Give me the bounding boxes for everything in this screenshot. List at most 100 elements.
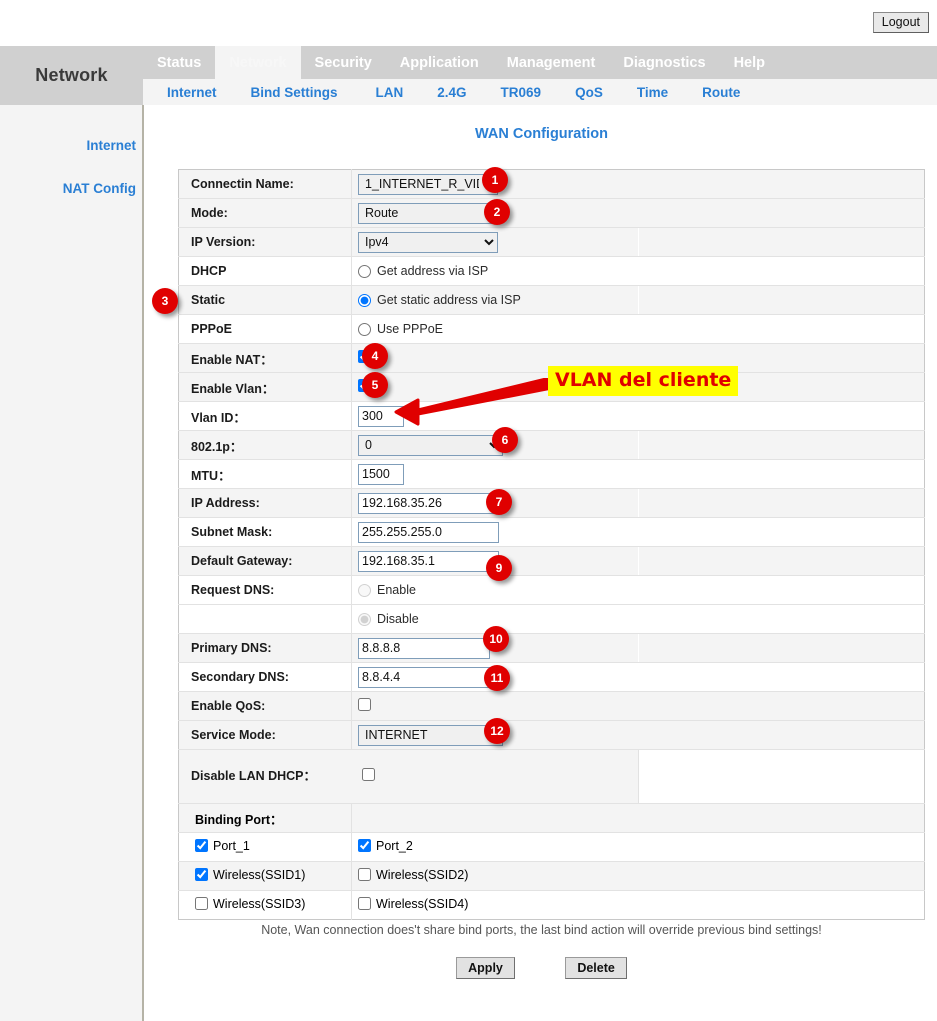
cell-enable-qos	[352, 692, 925, 721]
subtab-tr069[interactable]: TR069	[493, 85, 550, 100]
tab-application[interactable]: Application	[386, 46, 493, 79]
cell-mtu	[352, 460, 639, 489]
form-button-row: Apply Delete	[146, 957, 937, 979]
pppoe-radio[interactable]	[358, 323, 371, 336]
subtab-bind-settings[interactable]: Bind Settings	[243, 85, 346, 100]
ssid2-checkbox[interactable]	[358, 868, 371, 881]
ssid4-checkbox[interactable]	[358, 897, 371, 910]
label-enable-vlan: Enable Vlan：	[179, 373, 352, 402]
page-title: WAN Configuration	[146, 126, 937, 142]
cell-spacer-8021p	[638, 431, 925, 460]
cell-spacer-secondary-dns	[638, 663, 925, 692]
tab-management[interactable]: Management	[493, 46, 610, 79]
secondary-dns-input[interactable]	[358, 667, 490, 688]
ssid1-label: Wireless(SSID1)	[213, 868, 305, 882]
label-vlan-id: Vlan ID：	[179, 402, 352, 431]
ssid4-label: Wireless(SSID4)	[376, 897, 468, 911]
request-dns-disable-radio[interactable]	[358, 613, 371, 626]
ssid3-checkbox[interactable]	[195, 897, 208, 910]
subtab-time[interactable]: Time	[629, 85, 676, 100]
label-mode: Mode:	[179, 199, 352, 228]
primary-tabs: Status Network Security Application Mana…	[143, 46, 779, 79]
tab-network[interactable]: Network	[215, 46, 300, 79]
wan-configuration-table: Connectin Name: 1_INTERNET_R_VID_300 Mod…	[178, 169, 925, 920]
tab-help[interactable]: Help	[720, 46, 779, 79]
mtu-input[interactable]	[358, 464, 404, 485]
binding-port-cell-port2: Port_2	[352, 833, 925, 862]
port-1-checkbox[interactable]	[195, 839, 208, 852]
service-mode-select[interactable]: INTERNET	[358, 725, 503, 746]
label-static: Static	[179, 286, 352, 315]
cell-spacer-pppoe	[638, 315, 925, 344]
sidebar-item-nat-config[interactable]: NAT Config	[63, 181, 136, 196]
cell-dhcp: Get address via ISP	[352, 257, 639, 286]
disable-lan-dhcp-checkbox[interactable]	[362, 768, 375, 781]
sidebar-item-internet[interactable]: Internet	[86, 138, 136, 153]
cell-vlan-id	[352, 402, 925, 431]
ip-version-select[interactable]: Ipv4	[358, 232, 498, 253]
step-badge-1: 1	[482, 167, 508, 193]
label-disable-lan-dhcp: Disable LAN DHCP：	[179, 750, 352, 804]
row-primary-dns: Primary DNS:	[179, 634, 925, 663]
tab-diagnostics[interactable]: Diagnostics	[609, 46, 719, 79]
mode-select[interactable]: Route	[358, 203, 498, 224]
static-radio-group[interactable]: Get static address via ISP	[358, 293, 638, 307]
label-enable-nat: Enable NAT：	[179, 344, 352, 373]
static-radio-label: Get static address via ISP	[377, 293, 521, 307]
cell-mode: Route	[352, 199, 925, 228]
label-dhcp: DHCP	[179, 257, 352, 286]
subtab-qos[interactable]: QoS	[567, 85, 611, 100]
dhcp-radio-group[interactable]: Get address via ISP	[358, 264, 638, 278]
subtab-route[interactable]: Route	[694, 85, 748, 100]
request-dns-disable-label: Disable	[377, 612, 419, 626]
content-area: WAN Configuration Connectin Name: 1_INTE…	[146, 105, 937, 1021]
label-mtu: MTU：	[179, 460, 352, 489]
ip-address-input[interactable]	[358, 493, 499, 514]
8021p-select[interactable]: 0	[358, 435, 503, 456]
vlan-id-input[interactable]	[358, 406, 404, 427]
pppoe-radio-group[interactable]: Use PPPoE	[358, 322, 638, 336]
dhcp-radio[interactable]	[358, 265, 371, 278]
request-dns-enable-radio[interactable]	[358, 584, 371, 597]
step-badge-11: 11	[484, 665, 510, 691]
request-dns-enable-group[interactable]: Enable	[358, 583, 638, 597]
enable-qos-checkbox[interactable]	[358, 698, 371, 711]
step-badge-3: 3	[152, 288, 178, 314]
row-8021p: 802.1p： 0	[179, 431, 925, 460]
subtab-24g[interactable]: 2.4G	[429, 85, 474, 100]
subnet-mask-input[interactable]	[358, 522, 499, 543]
connection-name-select[interactable]: 1_INTERNET_R_VID_300	[358, 174, 498, 195]
ssid1-checkbox[interactable]	[195, 868, 208, 881]
row-static: Static Get static address via ISP	[179, 286, 925, 315]
label-enable-qos: Enable QoS:	[179, 692, 352, 721]
label-8021p: 802.1p：	[179, 431, 352, 460]
brand-label: Network	[0, 46, 143, 105]
static-radio[interactable]	[358, 294, 371, 307]
cell-binding-port-header-spacer	[352, 804, 925, 833]
row-mtu: MTU：	[179, 460, 925, 489]
cell-spacer-subnet-mask	[638, 518, 925, 547]
tab-status[interactable]: Status	[143, 46, 215, 79]
apply-button[interactable]: Apply	[456, 957, 515, 979]
delete-button[interactable]: Delete	[565, 957, 627, 979]
label-connection-name: Connectin Name:	[179, 170, 352, 199]
row-disable-lan-dhcp: Disable LAN DHCP：	[179, 750, 925, 804]
cell-spacer-ip-address	[638, 489, 925, 518]
row-request-dns-disable: Disable	[179, 605, 925, 634]
cell-spacer-ip-version	[638, 228, 925, 257]
request-dns-disable-group[interactable]: Disable	[358, 612, 638, 626]
binding-port-cell-port1: Port_1	[179, 833, 352, 862]
label-default-gateway: Default Gateway:	[179, 547, 352, 576]
port-2-checkbox[interactable]	[358, 839, 371, 852]
label-ip-address: IP Address:	[179, 489, 352, 518]
row-subnet-mask: Subnet Mask:	[179, 518, 925, 547]
default-gateway-input[interactable]	[358, 551, 499, 572]
subtab-internet[interactable]: Internet	[159, 85, 225, 100]
main-navigation: Network Status Network Security Applicat…	[0, 46, 937, 105]
cell-spacer-primary-dns	[638, 634, 925, 663]
row-secondary-dns: Secondary DNS:	[179, 663, 925, 692]
logout-button[interactable]: Logout	[873, 12, 929, 33]
subtab-lan[interactable]: LAN	[368, 85, 412, 100]
primary-dns-input[interactable]	[358, 638, 490, 659]
tab-security[interactable]: Security	[301, 46, 386, 79]
